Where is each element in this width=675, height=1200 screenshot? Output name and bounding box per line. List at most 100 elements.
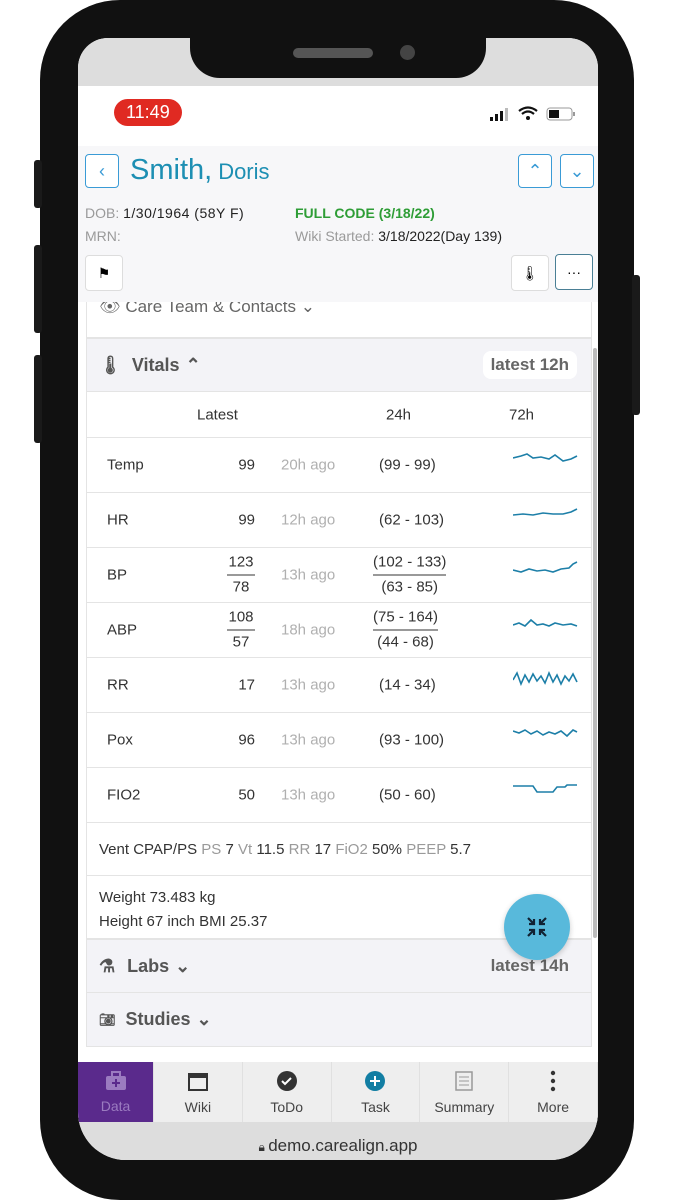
nav-data[interactable]: Data xyxy=(78,1062,154,1122)
sparkline-72h[interactable] xyxy=(513,670,579,688)
range-24h: (62 - 103) xyxy=(379,511,445,529)
wiki-started: Wiki Started: 3/18/2022(Day 139) xyxy=(295,228,502,244)
range-24h: (102 - 133) (63 - 85) xyxy=(373,551,447,600)
vitals-range[interactable]: latest 12h xyxy=(482,351,577,379)
sparkline-72h[interactable] xyxy=(513,505,579,523)
plus-circle-icon xyxy=(364,1070,386,1095)
vital-name: FIO2 xyxy=(107,786,141,804)
sparkline-72h[interactable] xyxy=(513,780,579,798)
wiki-label: Wiki Started: xyxy=(295,228,375,244)
latest-bottom: 57 xyxy=(232,633,250,651)
time-ago: 13h ago xyxy=(281,731,336,749)
nav-label: Summary xyxy=(434,1098,495,1115)
sparkline-72h[interactable] xyxy=(513,450,579,468)
vt-value: 11.5 xyxy=(256,841,285,858)
thermometer-button[interactable]: 🌡︎ xyxy=(511,255,549,291)
speaker xyxy=(293,48,373,58)
calendar-icon xyxy=(187,1070,209,1095)
care-team-section[interactable]: 👁︎ Care Team & Contacts ⌄ xyxy=(86,302,592,338)
range-bottom: (63 - 85) xyxy=(381,578,439,596)
time-ago: 18h ago xyxy=(281,621,336,639)
time-ago: 13h ago xyxy=(281,676,336,694)
ps-label: PS xyxy=(201,841,222,858)
flag-button[interactable]: ⚑ xyxy=(85,255,123,291)
latest-top: 108 xyxy=(227,606,255,631)
bottom-nav: Data Wiki ToDo Task Summary More xyxy=(78,1062,598,1122)
vitals-row-rr[interactable]: RR 17 13h ago (14 - 34) xyxy=(86,658,592,713)
latest-bottom: 78 xyxy=(232,578,250,596)
vitals-row-hr[interactable]: HR 99 12h ago (62 - 103) xyxy=(86,493,592,548)
vitals-row-abp[interactable]: ABP 108 57 18h ago (75 - 164) (44 - 68) xyxy=(86,603,592,658)
chevron-down-icon: ⌄ xyxy=(569,160,585,181)
wiki-started-value: 3/18/2022(Day 139) xyxy=(378,228,503,244)
vt-label: Vt xyxy=(237,841,253,858)
mrn-label: MRN: xyxy=(85,228,121,244)
studies-label: Studies xyxy=(125,1009,191,1029)
signal-icon xyxy=(490,107,508,121)
vitals-row-bp[interactable]: BP 123 78 13h ago (102 - 133) (63 - 85) xyxy=(86,548,592,603)
back-button[interactable]: ‹ xyxy=(85,154,119,188)
chevron-down-icon: ⌄ xyxy=(175,955,191,976)
vitals-section-header[interactable]: 🌡︎ Vitals ⌃ latest 12h xyxy=(86,338,592,392)
vitals-row-temp[interactable]: Temp 99 20h ago (99 - 99) xyxy=(86,438,592,493)
studies-section-header[interactable]: 📷︎ Studies ⌄ xyxy=(86,993,592,1047)
scrollbar[interactable] xyxy=(593,348,597,938)
thermometer-icon: 🌡︎ xyxy=(99,354,122,375)
vital-name: Pox xyxy=(107,731,133,749)
column-24h: 24h xyxy=(386,406,412,423)
patient-header: ‹ Smith, Doris ⌃ ⌄ DOB: 1/30/1964 (58Y F)… xyxy=(78,146,598,302)
sparkline-72h[interactable] xyxy=(513,725,579,743)
vitals-label: Vitals xyxy=(131,354,180,375)
nav-task[interactable]: Task xyxy=(332,1062,421,1122)
chevron-up-icon: ⌃ xyxy=(527,160,543,181)
camera-icon: 📷︎ xyxy=(99,1011,116,1027)
check-circle-icon xyxy=(276,1070,298,1095)
nav-todo[interactable]: ToDo xyxy=(243,1062,332,1122)
notch xyxy=(190,38,486,78)
previous-patient-button[interactable]: ⌃ xyxy=(518,154,552,188)
vitals-row-pox[interactable]: Pox 96 13h ago (93 - 100) xyxy=(86,713,592,768)
battery-icon xyxy=(546,107,575,120)
sparkline-72h[interactable] xyxy=(513,560,579,578)
vitals-row-fio2[interactable]: FIO2 50 13h ago (50 - 60) xyxy=(86,768,592,823)
labs-label: Labs xyxy=(127,955,170,976)
latest-top: 123 xyxy=(227,551,255,576)
sparkline-72h[interactable] xyxy=(513,615,579,633)
wifi-icon xyxy=(518,106,538,120)
time-ago: 13h ago xyxy=(281,786,336,804)
status-bar: 11:49 xyxy=(78,86,598,146)
next-patient-button[interactable]: ⌄ xyxy=(560,154,594,188)
status-time: 11:49 xyxy=(114,99,182,126)
chevron-left-icon: ‹ xyxy=(99,160,105,181)
range-24h: (99 - 99) xyxy=(379,456,436,474)
range-24h: (75 - 164) (44 - 68) xyxy=(373,606,439,655)
first-name: Doris xyxy=(218,159,270,184)
nav-summary[interactable]: Summary xyxy=(420,1062,510,1122)
range-top: (102 - 133) xyxy=(373,551,447,576)
latest-value: 108 57 xyxy=(227,606,255,655)
compress-icon xyxy=(527,917,547,937)
more-options-button[interactable]: ··· xyxy=(555,254,593,290)
patient-name: Smith, Doris xyxy=(130,154,270,187)
phone-side-button xyxy=(632,275,640,415)
latest-value: 123 78 xyxy=(227,551,255,600)
phone-side-button xyxy=(34,245,42,333)
vital-name: RR xyxy=(107,676,129,694)
range-top: (75 - 164) xyxy=(373,606,439,631)
url-bar[interactable]: 🔒︎ demo.carealign.app xyxy=(78,1122,598,1160)
nav-label: More xyxy=(537,1098,570,1115)
peep-label: PEEP xyxy=(406,841,446,858)
vitals-table-header: Latest 24h 72h xyxy=(86,392,592,438)
range-24h: (14 - 34) xyxy=(379,676,436,694)
collapse-all-button[interactable] xyxy=(504,894,570,960)
ps-value: 7 xyxy=(225,841,234,858)
nav-wiki[interactable]: Wiki xyxy=(154,1062,243,1122)
nav-more[interactable]: More xyxy=(509,1062,598,1122)
dob: DOB: 1/30/1964 (58Y F) xyxy=(85,205,244,221)
code-status: FULL CODE (3/18/22) xyxy=(295,205,435,221)
time-ago: 13h ago xyxy=(281,566,336,584)
vital-name: HR xyxy=(107,511,129,529)
time-ago: 12h ago xyxy=(281,511,336,529)
nav-label: Task xyxy=(361,1098,390,1115)
screen: 11:49 ‹ Smith, Doris ⌃ ⌄ DOB: 1/30/1964 (… xyxy=(78,38,598,1160)
